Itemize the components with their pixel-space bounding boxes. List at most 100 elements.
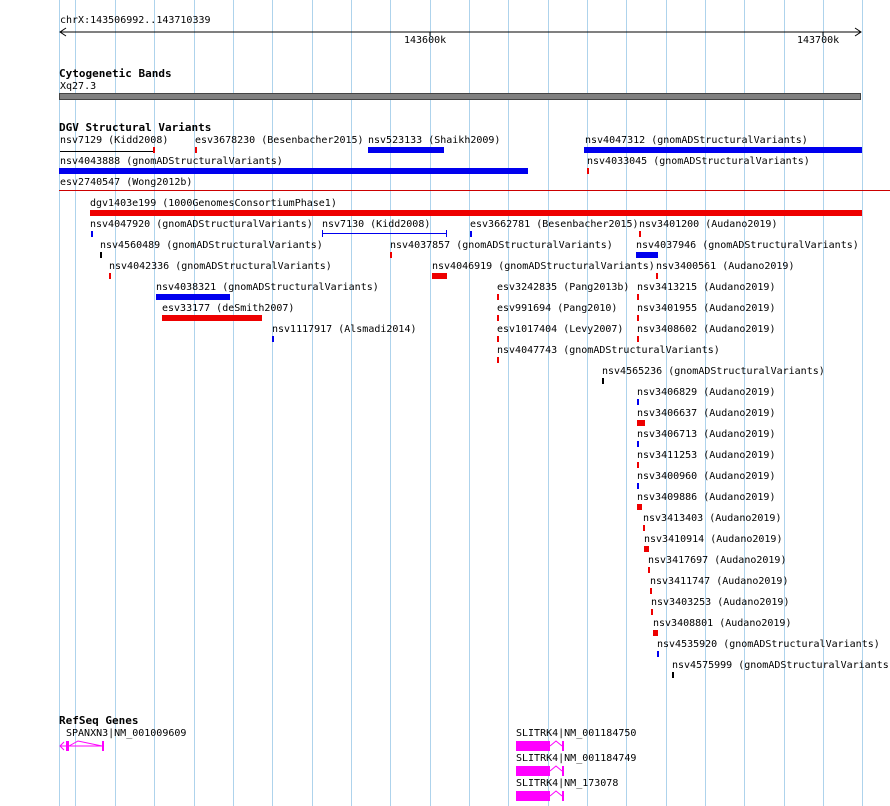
feature-bar[interactable]: [644, 546, 649, 552]
feature-label[interactable]: nsv3406713 (Audano2019): [637, 429, 775, 440]
feature-label[interactable]: nsv4565236 (gnomADStructuralVariants): [602, 366, 825, 377]
cytoband-bar[interactable]: [59, 93, 861, 100]
feature-bar[interactable]: [672, 672, 674, 678]
feature-bar[interactable]: [470, 231, 472, 237]
feature-bar[interactable]: [90, 210, 862, 216]
ruler-axis[interactable]: [0, 26, 890, 66]
feature-label[interactable]: nsv4043888 (gnomADStructuralVariants): [60, 156, 283, 167]
feature-bar[interactable]: [602, 378, 604, 384]
feature-label[interactable]: esv3662781 (Besenbacher2015): [470, 219, 639, 230]
dgv-track-title[interactable]: DGV Structural Variants: [59, 122, 211, 134]
feature-bar[interactable]: [637, 399, 639, 405]
feature-label[interactable]: nsv3400960 (Audano2019): [637, 471, 775, 482]
feature-label[interactable]: nsv1117917 (Alsmadi2014): [272, 324, 417, 335]
feature-label[interactable]: nsv4047920 (gnomADStructuralVariants): [90, 219, 313, 230]
feature-bar[interactable]: [637, 504, 642, 510]
feature-label[interactable]: nsv4033045 (gnomADStructuralVariants): [587, 156, 810, 167]
gene-slitrk4-model[interactable]: [514, 763, 574, 779]
feature-bar[interactable]: [653, 630, 658, 636]
feature-bar[interactable]: [497, 336, 499, 342]
feature-bar[interactable]: [656, 273, 658, 279]
feature-bar[interactable]: [195, 147, 197, 153]
feature-label[interactable]: nsv4535920 (gnomADStructuralVariants): [657, 639, 880, 650]
feature-label[interactable]: nsv3413403 (Audano2019): [643, 513, 781, 524]
feature-label[interactable]: nsv3409886 (Audano2019): [637, 492, 775, 503]
feature-bar[interactable]: [60, 151, 155, 152]
feature-bar[interactable]: [587, 168, 589, 174]
cytoband-label: Xq27.3: [60, 81, 97, 92]
feature-label[interactable]: nsv4037946 (gnomADStructuralVariants): [636, 240, 859, 251]
feature-bar[interactable]: [637, 483, 639, 489]
feature-bar[interactable]: [390, 252, 392, 258]
feature-bar[interactable]: [648, 567, 650, 573]
feature-label[interactable]: nsv4047312 (gnomADStructuralVariants): [585, 135, 808, 146]
feature-bar[interactable]: [59, 168, 528, 174]
feature-label[interactable]: nsv7129 (Kidd2008): [60, 135, 168, 146]
feature-bar[interactable]: [497, 357, 499, 363]
feature-label[interactable]: nsv3413215 (Audano2019): [637, 282, 775, 293]
feature-label[interactable]: esv33177 (deSmith2007): [162, 303, 294, 314]
feature-bar[interactable]: [109, 273, 111, 279]
feature-bar[interactable]: [156, 294, 230, 300]
feature-label[interactable]: nsv3410914 (Audano2019): [644, 534, 782, 545]
gene-slitrk4-model[interactable]: [514, 738, 574, 754]
feature-label[interactable]: nsv3406829 (Audano2019): [637, 387, 775, 398]
feature-bar[interactable]: [650, 588, 652, 594]
feature-label[interactable]: nsv4046919 (gnomADStructuralVariants): [432, 261, 655, 272]
feature-bar[interactable]: [497, 294, 499, 300]
feature-bar[interactable]: [162, 315, 262, 321]
feature-bar[interactable]: [446, 230, 447, 237]
refseq-track-title[interactable]: RefSeq Genes: [59, 715, 138, 727]
cytobands-track-title[interactable]: Cytogenetic Bands: [59, 68, 172, 80]
feature-label[interactable]: esv3678230 (Besenbacher2015): [195, 135, 364, 146]
feature-label[interactable]: nsv4575999 (gnomADStructuralVariants): [672, 660, 890, 671]
feature-label[interactable]: esv2740547 (Wong2012b): [60, 177, 192, 188]
feature-label[interactable]: nsv4560489 (gnomADStructuralVariants): [100, 240, 323, 251]
feature-label[interactable]: nsv4047743 (gnomADStructuralVariants): [497, 345, 720, 356]
feature-bar[interactable]: [637, 336, 639, 342]
feature-bar[interactable]: [497, 315, 499, 321]
feature-bar[interactable]: [272, 336, 274, 342]
gene-spanxn3-model[interactable]: [58, 738, 118, 754]
feature-label[interactable]: nsv3401955 (Audano2019): [637, 303, 775, 314]
feature-label[interactable]: dgv1403e199 (1000GenomesConsortiumPhase1…: [90, 198, 337, 209]
feature-label[interactable]: nsv7130 (Kidd2008): [322, 219, 430, 230]
feature-label[interactable]: nsv3403253 (Audano2019): [651, 597, 789, 608]
feature-label[interactable]: esv3242835 (Pang2013b): [497, 282, 629, 293]
feature-label[interactable]: nsv3408602 (Audano2019): [637, 324, 775, 335]
feature-label[interactable]: nsv4038321 (gnomADStructuralVariants): [156, 282, 379, 293]
feature-bar[interactable]: [637, 315, 639, 321]
feature-label[interactable]: nsv3400561 (Audano2019): [656, 261, 794, 272]
feature-label[interactable]: nsv4042336 (gnomADStructuralVariants): [109, 261, 332, 272]
feature-bar[interactable]: [322, 233, 447, 234]
feature-label[interactable]: esv991694 (Pang2010): [497, 303, 617, 314]
feature-bar[interactable]: [322, 230, 323, 237]
feature-bar[interactable]: [639, 231, 641, 237]
feature-label[interactable]: nsv523133 (Shaikh2009): [368, 135, 500, 146]
gene-slitrk4-model[interactable]: [514, 788, 574, 804]
feature-bar[interactable]: [637, 462, 639, 468]
feature-label[interactable]: nsv3411253 (Audano2019): [637, 450, 775, 461]
feature-bar[interactable]: [584, 147, 862, 153]
feature-label[interactable]: nsv3408801 (Audano2019): [653, 618, 791, 629]
feature-bar[interactable]: [651, 609, 653, 615]
feature-bar[interactable]: [637, 420, 645, 426]
feature-bar[interactable]: [153, 147, 155, 153]
feature-bar[interactable]: [637, 441, 639, 447]
feature-bar[interactable]: [432, 273, 447, 279]
feature-bar[interactable]: [368, 147, 444, 153]
feature-bar[interactable]: [643, 525, 645, 531]
feature-label[interactable]: nsv3417697 (Audano2019): [648, 555, 786, 566]
feature-bar[interactable]: [636, 252, 658, 258]
feature-label[interactable]: nsv3406637 (Audano2019): [637, 408, 775, 419]
tick-label-143700k: 143700k: [797, 35, 840, 46]
feature-label[interactable]: nsv4037857 (gnomADStructuralVariants): [390, 240, 613, 251]
feature-label[interactable]: nsv3411747 (Audano2019): [650, 576, 788, 587]
feature-bar[interactable]: [100, 252, 102, 258]
feature-bar[interactable]: [91, 231, 93, 237]
feature-label[interactable]: nsv3401200 (Audano2019): [639, 219, 777, 230]
feature-bar[interactable]: [657, 651, 659, 657]
feature-label[interactable]: esv1017404 (Levy2007): [497, 324, 623, 335]
tick-label-143600k: 143600k: [404, 35, 447, 46]
feature-bar[interactable]: [637, 294, 639, 300]
